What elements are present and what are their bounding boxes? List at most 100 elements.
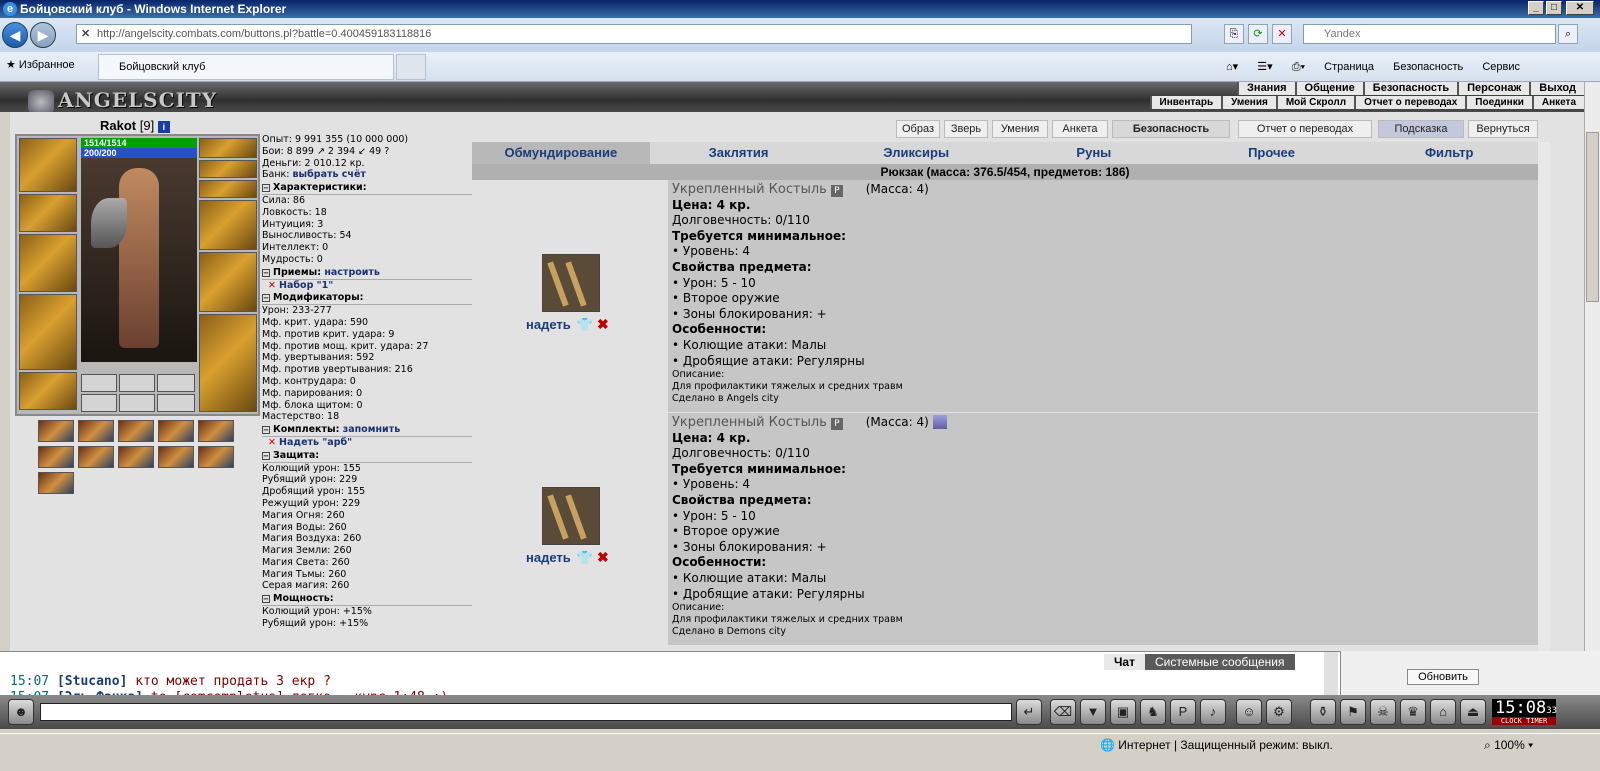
- spell-slot[interactable]: [158, 420, 194, 442]
- empty-slot[interactable]: [81, 374, 117, 392]
- shirt-icon[interactable]: 👕: [577, 550, 593, 565]
- page-menu[interactable]: Страница: [1324, 61, 1374, 73]
- remember-link[interactable]: запомнить: [343, 424, 401, 435]
- kit-set-link[interactable]: Надеть "арб": [279, 437, 352, 448]
- empty-slot[interactable]: [81, 394, 117, 412]
- helmet-slot[interactable]: [19, 138, 77, 192]
- submenu-transfers[interactable]: Отчет о переводах: [1354, 96, 1465, 109]
- empty-slot[interactable]: [119, 374, 155, 392]
- smiley-menu-icon[interactable]: ☻: [8, 699, 34, 725]
- spell-slot[interactable]: [78, 446, 114, 468]
- shirt-icon[interactable]: 👕: [577, 317, 593, 332]
- submenu-inventory[interactable]: Инвентарь: [1149, 96, 1222, 109]
- inventory-scrollbar[interactable]: [1538, 142, 1550, 656]
- refresh-icon[interactable]: ⟳: [1248, 24, 1268, 44]
- submenu-skills[interactable]: Умения: [1221, 96, 1276, 109]
- tab-system-messages[interactable]: Системные сообщения: [1144, 654, 1295, 670]
- browser-tab[interactable]: Бойцовский клуб: [98, 54, 394, 80]
- delete-icon[interactable]: ✖: [597, 549, 609, 565]
- feeds-icon[interactable]: ☰▾: [1257, 61, 1272, 73]
- collapse-icon[interactable]: −: [262, 268, 270, 277]
- rings-slot[interactable]: [199, 180, 257, 198]
- spell-slot[interactable]: [198, 446, 234, 468]
- smile-icon[interactable]: ☺: [1236, 699, 1262, 725]
- gloves-slot[interactable]: [199, 200, 257, 250]
- home-icon[interactable]: ⌂: [1430, 699, 1456, 725]
- tab-chat[interactable]: Чат: [1104, 654, 1145, 670]
- chat-input[interactable]: [40, 703, 1012, 721]
- close-window-button[interactable]: ✕: [1566, 1, 1594, 15]
- spell-slot[interactable]: [118, 446, 154, 468]
- collapse-icon[interactable]: −: [262, 426, 270, 435]
- back-icon[interactable]: ◀: [2, 22, 28, 48]
- wear-link[interactable]: надеть: [526, 550, 571, 565]
- scroll-thumb[interactable]: [1586, 132, 1599, 302]
- collapse-icon[interactable]: −: [262, 451, 270, 460]
- quest-icon[interactable]: ☠: [1370, 699, 1396, 725]
- spell-slot[interactable]: [198, 420, 234, 442]
- section-defense[interactable]: − Защита:: [262, 450, 474, 463]
- section-moves[interactable]: − Приемы: настроить: [262, 267, 474, 280]
- belt-slot[interactable]: [19, 372, 77, 410]
- pet-button[interactable]: Зверь: [944, 120, 988, 138]
- favorites-button[interactable]: ★ Избранное: [6, 58, 75, 71]
- tab-elixirs[interactable]: Эликсиры: [827, 142, 1005, 164]
- necklace-slot[interactable]: [199, 160, 257, 178]
- image-button[interactable]: Образ: [896, 120, 940, 138]
- item-name[interactable]: Укрепленный Костыль: [672, 182, 827, 197]
- collapse-icon[interactable]: −: [262, 595, 270, 604]
- security-button[interactable]: Безопасность: [1112, 120, 1230, 138]
- section-characteristics[interactable]: − Характеристики:: [262, 182, 474, 195]
- tab-runes[interactable]: Руны: [1005, 142, 1183, 164]
- submenu-fights[interactable]: Поединки: [1465, 96, 1532, 109]
- moves-set-link[interactable]: Набор "1": [279, 280, 333, 291]
- zoom-control[interactable]: ⌕ 100% ▾: [1484, 738, 1533, 753]
- shield-slot[interactable]: [199, 252, 257, 312]
- exit-icon[interactable]: ⏏: [1460, 699, 1486, 725]
- section-power[interactable]: − Мощность:: [262, 593, 474, 607]
- delete-icon[interactable]: ✖: [597, 316, 609, 332]
- crutch-icon[interactable]: [542, 254, 600, 312]
- return-button[interactable]: Вернуться: [1468, 120, 1538, 138]
- sound-icon[interactable]: ♪: [1200, 699, 1226, 725]
- submenu-profile[interactable]: Анкета: [1531, 96, 1584, 109]
- empty-slot[interactable]: [157, 394, 195, 412]
- maximize-button[interactable]: □: [1546, 1, 1562, 15]
- eraser-icon[interactable]: ⌫: [1050, 699, 1076, 725]
- info-icon[interactable]: i: [157, 120, 170, 133]
- earrings-slot[interactable]: [199, 138, 257, 158]
- tab-filter[interactable]: Фильтр: [1360, 142, 1538, 164]
- bag-icon[interactable]: ♛: [1400, 699, 1426, 725]
- bracers-slot[interactable]: [19, 194, 77, 232]
- walk-icon[interactable]: ♞: [1140, 699, 1166, 725]
- transfers-button[interactable]: Отчет о переводах: [1238, 120, 1372, 138]
- section-kits[interactable]: − Комплекты: запомнить: [262, 424, 474, 437]
- compat-icon[interactable]: ⎘: [1224, 24, 1244, 44]
- private-icon[interactable]: P: [1170, 699, 1196, 725]
- menu-communication[interactable]: Общение: [1294, 82, 1363, 95]
- chat-user[interactable]: [Stucano]: [57, 674, 127, 689]
- spell-slot[interactable]: [158, 446, 194, 468]
- bank-link[interactable]: выбрать счёт: [293, 169, 366, 180]
- print-icon[interactable]: ⎙▾: [1292, 61, 1305, 73]
- save-icon[interactable]: ▣: [1110, 699, 1136, 725]
- search-input[interactable]: Yandex: [1303, 24, 1556, 44]
- wear-link[interactable]: надеть: [526, 317, 571, 332]
- minimize-button[interactable]: _: [1528, 1, 1544, 15]
- forward-icon[interactable]: ▶: [30, 22, 56, 48]
- hint-button[interactable]: Подсказка: [1378, 120, 1464, 138]
- stop-icon[interactable]: ✕: [1272, 24, 1292, 44]
- menu-security[interactable]: Безопасность: [1362, 82, 1457, 95]
- new-tab-button[interactable]: [396, 54, 426, 80]
- weapon-slot[interactable]: [19, 234, 77, 292]
- delete-icon[interactable]: ✕: [268, 437, 276, 448]
- delete-icon[interactable]: ✕: [268, 280, 276, 291]
- char-name[interactable]: Rakot: [100, 118, 136, 133]
- spell-slot[interactable]: [118, 420, 154, 442]
- home-icon[interactable]: ⌂▾: [1226, 61, 1238, 73]
- tools-menu[interactable]: Сервис: [1482, 61, 1520, 73]
- chat-scrollbar[interactable]: [1324, 652, 1338, 696]
- spell-slot[interactable]: [78, 420, 114, 442]
- item-name[interactable]: Укрепленный Костыль: [672, 415, 827, 430]
- config-icon[interactable]: ⚙: [1266, 699, 1292, 725]
